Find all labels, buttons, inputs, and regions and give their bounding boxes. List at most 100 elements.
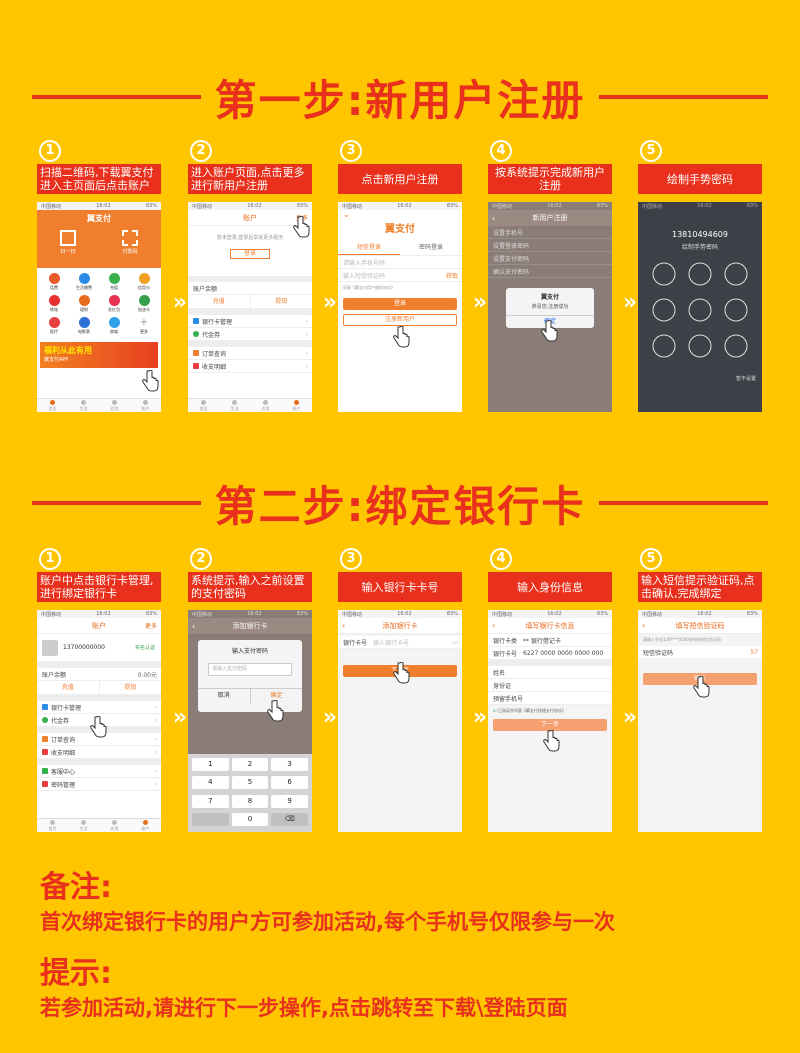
scan-button[interactable]: 扫一扫 (60, 230, 76, 255)
brand-logo: 翼支付 (87, 214, 111, 223)
gesture-pad[interactable] (648, 258, 752, 362)
tab-account[interactable]: 账户 (142, 399, 150, 412)
key[interactable]: 0 (231, 812, 269, 826)
tab-password-login[interactable]: 密码登录 (400, 242, 462, 255)
key[interactable]: 7 (192, 794, 229, 808)
grid-item[interactable]: 信用卡 (129, 273, 159, 291)
tab-account[interactable]: 账户 (293, 399, 301, 412)
login-button[interactable]: 登录 (230, 249, 270, 259)
key[interactable]: 1 (192, 758, 229, 771)
grid-item[interactable]: 电影票 (69, 317, 99, 335)
tab-sms-login[interactable]: 短信登录 (338, 242, 400, 255)
grid-item[interactable]: 商城 (99, 317, 129, 335)
step1-card-3: 3 点击新用户注册 中国移动 16:02 83% ⌄ 翼支付 短信登录 密码登录 请… (338, 140, 462, 412)
agreement-checkbox[interactable]: ☑ 已阅读并同意《翼支付快捷支付协议》 (488, 705, 612, 717)
register-button[interactable]: 注册新用户 (343, 314, 457, 326)
grid-item[interactable]: 发红包 (99, 295, 129, 313)
nav-bar: 账户更多 (37, 618, 161, 634)
phone-screenshot-home: 中国移动 16:02 83% 翼支付 扫一扫 付款码 话费 生活缴费 充值 信用卡 … (37, 202, 161, 412)
menu-voucher[interactable]: 代金券 › (188, 328, 312, 341)
more-button[interactable]: 更多 (145, 621, 157, 630)
tab-life[interactable]: 生活 (80, 399, 88, 412)
step-caption: 输入短信提示验证码,点击确认,完成绑定 (638, 572, 762, 602)
step-caption: 点击新用户注册 (338, 164, 462, 194)
key[interactable]: 8 (231, 794, 269, 808)
tab-apps[interactable]: 应用 (111, 819, 119, 832)
bill-icon (193, 363, 199, 369)
menu-service[interactable]: 客服中心 › (37, 765, 161, 778)
key[interactable]: 4 (192, 776, 229, 790)
step-caption: 账户中点击银行卡管理,进行绑定银行卡 (37, 572, 161, 602)
login-button[interactable]: 登录 (343, 298, 457, 310)
nav-bar: ‹ 添加银行卡 (338, 618, 462, 634)
withdraw-button[interactable]: 提现 (100, 681, 162, 694)
balance-row: 账户余额 0.00元 (37, 668, 161, 681)
qrcode-icon (122, 230, 138, 246)
card-number-row: 银行卡号 6227 0000 0000 0000 000 (488, 647, 612, 660)
skip-button[interactable]: 暂不设置 (736, 375, 756, 382)
back-icon[interactable]: ‹ (342, 621, 345, 630)
key[interactable]: 2 (231, 758, 269, 771)
name-input[interactable]: 姓名 (488, 666, 612, 679)
key[interactable]: 3 (271, 758, 308, 771)
menu-bank-card[interactable]: 银行卡管理 › (188, 315, 312, 328)
back-icon[interactable]: ‹ (642, 621, 645, 630)
register-field[interactable]: 设置手机号 (488, 226, 612, 239)
paycode-button[interactable]: 付款码 (122, 230, 138, 255)
menu-orders[interactable]: 订单查询 › (188, 347, 312, 360)
grid-item[interactable]: 话费 (39, 273, 69, 291)
grid-item[interactable]: 转账 (39, 295, 69, 313)
grid-item[interactable]: 加油卡 (129, 295, 159, 313)
recharge-button[interactable]: 充值 (188, 295, 251, 308)
menu-bills[interactable]: 收支明细 › (37, 746, 161, 759)
register-field[interactable]: 确认支付密码 (488, 265, 612, 278)
back-icon[interactable]: ‹ (492, 621, 495, 630)
menu-bank-card[interactable]: 银行卡管理 › (37, 701, 161, 714)
grid-item[interactable]: + 更多 (129, 317, 159, 335)
close-icon[interactable]: ⌄ (338, 210, 462, 220)
keyboard-icon[interactable] (192, 812, 229, 826)
backspace-icon[interactable]: ⌫ (271, 812, 308, 826)
key[interactable]: 9 (271, 794, 308, 808)
back-icon[interactable]: ‹ (192, 622, 195, 631)
tab-home[interactable]: 首页 (49, 399, 57, 412)
withdraw-button[interactable]: 提现 (251, 295, 313, 308)
phone-input[interactable]: 请输入手机号码 (338, 256, 462, 269)
get-code-button[interactable]: 获取 (446, 271, 458, 280)
tab-apps[interactable]: 应用 (262, 399, 270, 412)
grid-item[interactable]: 理财 (69, 295, 99, 313)
resend-countdown[interactable]: 57 (750, 649, 758, 656)
tab-home[interactable]: 首页 (49, 819, 57, 832)
id-number-input[interactable]: 身份证 (488, 679, 612, 692)
key[interactable]: 6 (271, 776, 308, 790)
plus-icon: + (139, 317, 149, 328)
promo-banner[interactable]: 福利从此有用 翼支付APP (40, 342, 158, 368)
register-field[interactable]: 设置登录密码 (488, 239, 612, 252)
remark-text: 首次绑定银行卡的用户方可参加活动,每个手机号仅限参与一次 (40, 910, 615, 934)
tab-home[interactable]: 首页 (200, 399, 208, 412)
tab-life[interactable]: 生活 (80, 819, 88, 832)
tab-account[interactable]: 账户 (142, 819, 150, 832)
user-row[interactable]: 13700000000 实名认证 (37, 634, 161, 662)
key[interactable]: 5 (231, 776, 269, 790)
code-input[interactable]: 输入短信验证码 获取 (338, 269, 462, 282)
sms-code-input[interactable]: 短信验证码 57 (638, 646, 762, 659)
tab-life[interactable]: 生活 (231, 399, 239, 412)
step-caption: 按系统提示完成新用户注册 (488, 164, 612, 194)
card-number-input[interactable]: 银行卡号 输入银行卡号 ▭ (338, 636, 462, 649)
password-input[interactable]: 请输入支付密码 (208, 663, 292, 676)
dialog-cancel-button[interactable]: 取消 (198, 689, 251, 703)
hand-pointer-icon (693, 676, 710, 698)
grid-item[interactable]: 充值 (99, 273, 129, 291)
grid-item[interactable]: 生活缴费 (69, 273, 99, 291)
recharge-button[interactable]: 充值 (37, 681, 100, 694)
back-icon[interactable]: ‹ (492, 214, 495, 223)
step1-title-row: 第一步:新用户注册 (0, 62, 800, 132)
grid-item[interactable]: 医疗 (39, 317, 69, 335)
bill-icon (42, 749, 48, 755)
tab-apps[interactable]: 应用 (111, 399, 119, 412)
reserved-phone-input[interactable]: 预留手机号 (488, 692, 612, 705)
register-field[interactable]: 设置支付密码 (488, 252, 612, 265)
menu-password[interactable]: 密码管理 › (37, 778, 161, 791)
menu-bills[interactable]: 收支明细 › (188, 360, 312, 373)
